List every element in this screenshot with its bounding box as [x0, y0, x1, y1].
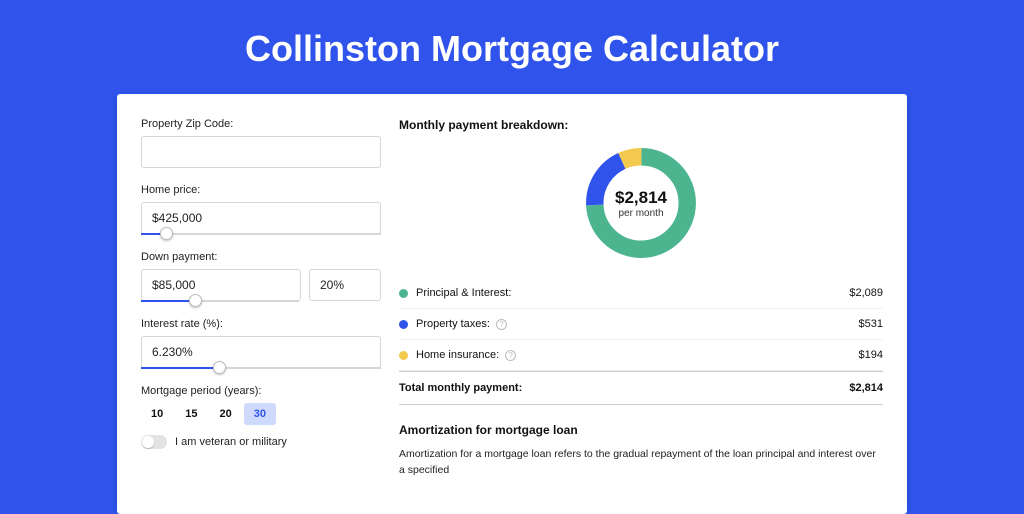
interest-rate-slider[interactable]	[141, 367, 381, 369]
down-payment-slider[interactable]	[141, 300, 299, 302]
breakdown-row-principal: Principal & Interest: $2,089	[399, 278, 883, 309]
interest-rate-field: Interest rate (%):	[141, 318, 381, 369]
breakdown-amount: $194	[859, 349, 883, 361]
amortization-heading: Amortization for mortgage loan	[399, 423, 883, 437]
breakdown-label: Principal & Interest:	[416, 287, 511, 299]
total-amount: $2,814	[849, 382, 883, 394]
swatch-icon	[399, 289, 408, 298]
form-column: Property Zip Code: Home price: Down paym…	[141, 118, 381, 514]
amortization-section: Amortization for mortgage loan Amortizat…	[399, 423, 883, 479]
period-btn-10[interactable]: 10	[141, 403, 173, 425]
down-payment-pct-input[interactable]	[309, 269, 381, 301]
period-row: 10 15 20 30	[141, 403, 381, 425]
down-payment-input[interactable]	[141, 269, 301, 301]
home-price-input[interactable]	[141, 202, 381, 234]
zip-field: Property Zip Code:	[141, 118, 381, 168]
breakdown-row-taxes: Property taxes: ? $531	[399, 309, 883, 340]
down-payment-field: Down payment:	[141, 251, 381, 302]
breakdown-row-total: Total monthly payment: $2,814	[399, 371, 883, 405]
period-btn-20[interactable]: 20	[210, 403, 242, 425]
breakdown-label: Property taxes:	[416, 318, 490, 330]
period-btn-15[interactable]: 15	[175, 403, 207, 425]
slider-knob[interactable]	[160, 227, 173, 240]
period-btn-30[interactable]: 30	[244, 403, 276, 425]
swatch-icon	[399, 351, 408, 360]
slider-knob[interactable]	[213, 361, 226, 374]
veteran-label: I am veteran or military	[175, 436, 287, 448]
veteran-toggle[interactable]	[141, 435, 167, 449]
breakdown-row-insurance: Home insurance: ? $194	[399, 340, 883, 371]
amortization-text: Amortization for a mortgage loan refers …	[399, 447, 883, 479]
total-label: Total monthly payment:	[399, 382, 522, 394]
help-icon[interactable]: ?	[505, 350, 516, 361]
home-price-slider[interactable]	[141, 233, 381, 235]
breakdown-heading: Monthly payment breakdown:	[399, 118, 883, 132]
veteran-row: I am veteran or military	[141, 435, 381, 449]
donut-sub: per month	[618, 208, 663, 219]
zip-label: Property Zip Code:	[141, 118, 381, 130]
zip-input[interactable]	[141, 136, 381, 168]
home-price-label: Home price:	[141, 184, 381, 196]
breakdown-column: Monthly payment breakdown: $2,814 per mo…	[381, 118, 883, 514]
interest-rate-label: Interest rate (%):	[141, 318, 381, 330]
donut-chart-wrap: $2,814 per month	[399, 142, 883, 264]
period-field: Mortgage period (years): 10 15 20 30	[141, 385, 381, 425]
slider-knob[interactable]	[189, 294, 202, 307]
page-title: Collinston Mortgage Calculator	[0, 0, 1024, 94]
donut-chart: $2,814 per month	[580, 142, 702, 264]
breakdown-amount: $531	[859, 318, 883, 330]
help-icon[interactable]: ?	[496, 319, 507, 330]
period-label: Mortgage period (years):	[141, 385, 381, 397]
home-price-field: Home price:	[141, 184, 381, 235]
donut-total: $2,814	[615, 188, 667, 208]
swatch-icon	[399, 320, 408, 329]
calculator-card: Property Zip Code: Home price: Down paym…	[117, 94, 907, 514]
interest-rate-input[interactable]	[141, 336, 381, 368]
breakdown-label: Home insurance:	[416, 349, 499, 361]
down-payment-label: Down payment:	[141, 251, 381, 263]
breakdown-amount: $2,089	[849, 287, 883, 299]
